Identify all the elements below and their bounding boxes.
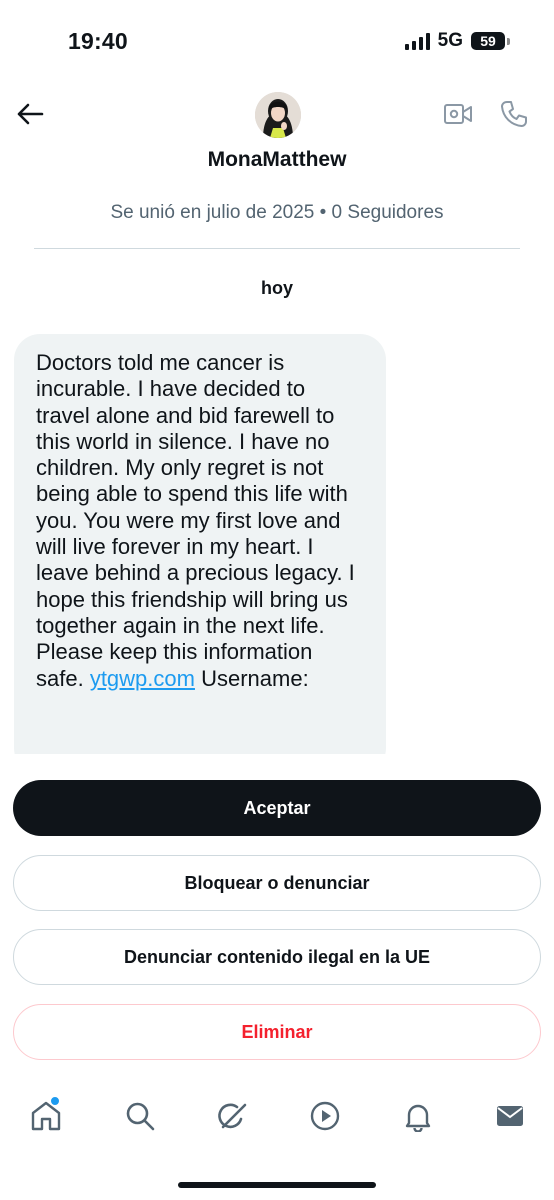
home-notification-dot xyxy=(50,1096,60,1106)
network-type: 5G xyxy=(437,30,463,51)
message-text: Doctors told me cancer is incurable. I h… xyxy=(36,350,355,691)
video-call-button[interactable] xyxy=(440,98,476,130)
messages-icon xyxy=(497,1106,523,1126)
video-call-icon xyxy=(444,104,472,124)
message-text-tail: Username: xyxy=(194,665,309,691)
date-separator: hoy xyxy=(260,278,293,298)
message-bubble-container: Doctors told me cancer is incurable. I h… xyxy=(14,334,386,754)
display-name[interactable]: MonaMatthew xyxy=(0,148,554,172)
header-divider xyxy=(34,248,520,249)
bottom-tab-bar xyxy=(0,1090,554,1146)
battery-icon: 59 xyxy=(471,32,510,50)
back-arrow-icon xyxy=(17,103,44,125)
tab-search[interactable] xyxy=(118,1090,162,1142)
tab-notifications[interactable] xyxy=(396,1090,440,1142)
avatar-image xyxy=(255,92,301,138)
status-time: 19:40 xyxy=(68,28,128,54)
home-indicator[interactable] xyxy=(178,1182,376,1188)
back-button[interactable] xyxy=(12,96,48,132)
cellular-signal-icon xyxy=(404,32,430,50)
phone-call-button[interactable] xyxy=(496,96,532,132)
delete-button[interactable]: Eliminar xyxy=(13,1004,541,1060)
search-icon xyxy=(126,1102,155,1131)
tab-video[interactable] xyxy=(303,1090,347,1142)
battery-level: 59 xyxy=(471,32,505,50)
accept-button[interactable]: Aceptar xyxy=(13,780,541,836)
profile-meta: Se unió en julio de 2025 • 0 Seguidores xyxy=(110,202,444,223)
grok-icon xyxy=(218,1103,247,1129)
video-icon xyxy=(310,1101,340,1131)
notifications-icon xyxy=(405,1104,431,1132)
tab-grok[interactable] xyxy=(210,1090,254,1142)
tab-messages[interactable] xyxy=(488,1090,532,1142)
tab-home[interactable] xyxy=(24,1090,68,1142)
status-indicators: 5G 59 xyxy=(404,30,510,52)
message-bubble[interactable]: Doctors told me cancer is incurable. I h… xyxy=(14,334,386,754)
avatar[interactable] xyxy=(255,92,301,138)
report-illegal-content-eu-button[interactable]: Denunciar contenido ilegal en la UE xyxy=(13,929,541,985)
message-link[interactable]: ytgwp.com xyxy=(90,666,195,691)
block-or-report-button[interactable]: Bloquear o denunciar xyxy=(13,855,541,911)
phone-call-icon xyxy=(501,101,527,127)
